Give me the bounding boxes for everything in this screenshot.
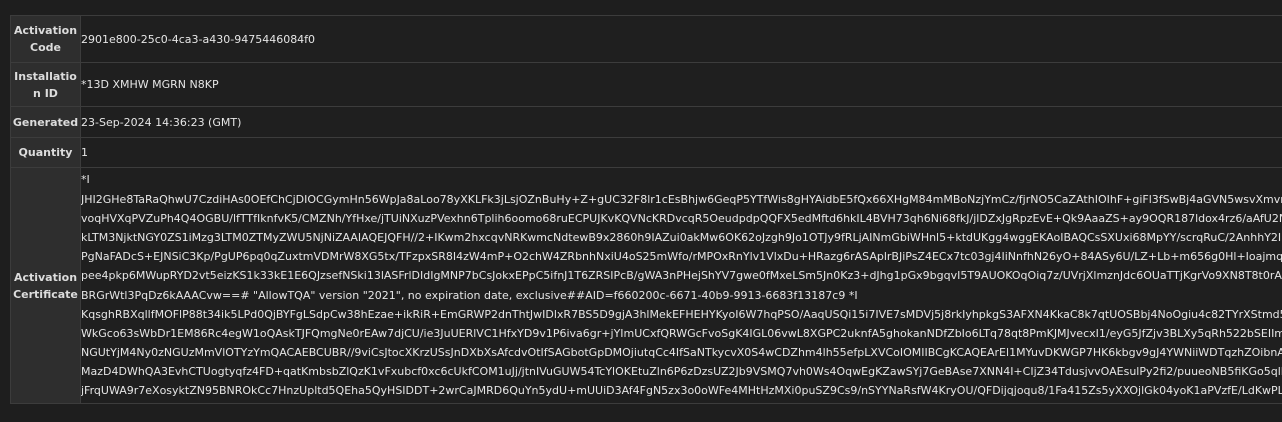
generated-label: Generated — [10, 106, 81, 138]
generated-value[interactable]: 23-Sep-2024 14:36:23 (GMT) — [80, 106, 1282, 138]
installation-id-label: Installation ID — [10, 62, 81, 107]
installation-id-value[interactable]: *13D XMHW MGRN N8KP — [80, 62, 1282, 107]
activation-details-sheet: Activation Code 2901e800-25c0-4ca3-a430-… — [10, 15, 1282, 407]
certificate-line: NGUtYjM4Ny0zNGUzMmVlOTYzYmQACAEBCUBR//9v… — [81, 346, 1282, 360]
certificate-line: jFrqUWA9r7eXosyktZN95BNROkCc7HnzUpltd5QE… — [81, 384, 1282, 398]
certificate-line: WkGco63sWbDr1EM86Rc4egW1oQAskTJFQmgNe0rE… — [81, 326, 1282, 340]
certificate-line: *I — [81, 173, 90, 187]
quantity-row: Quantity 1 — [10, 137, 1282, 168]
certificate-line: pee4pkp6MWupRYD2vt5eizKS1k33kE1E6QJzsefN… — [81, 269, 1282, 283]
installation-id-row: Installation ID *13D XMHW MGRN N8KP — [10, 62, 1282, 107]
activation-certificate-label: Activation Certificate — [10, 167, 81, 404]
certificate-line: KqsghRBXqllfMOFlP88t34ik5LPd0QjBYFgLSdpC… — [81, 307, 1282, 321]
activation-details-table: Activation Code 2901e800-25c0-4ca3-a430-… — [10, 15, 1282, 404]
activation-code-value[interactable]: 2901e800-25c0-4ca3-a430-9475446084f0 — [80, 15, 1282, 63]
activation-code-label: Activation Code — [10, 15, 81, 63]
certificate-line: PgNaFADcS+EJNSiC3Kp/PgUP6pq0qZuxtmVDMrW8… — [81, 250, 1282, 264]
quantity-label: Quantity — [10, 137, 81, 168]
quantity-value[interactable]: 1 — [80, 137, 1282, 168]
certificate-line: BRGrWtl3PqDz6kAAACvw==# "AllowTQA" versi… — [81, 288, 858, 302]
generated-row: Generated 23-Sep-2024 14:36:23 (GMT) — [10, 106, 1282, 138]
certificate-line: voqHVXqPVZuPh4Q4OGBU/lfTTfIknfvK5/CMZNh/… — [81, 211, 1282, 225]
activation-certificate-row: Activation Certificate *I JHI2GHe8TaRaQh… — [10, 167, 1282, 404]
certificate-line: kLTM3NjktNGY0ZS1iMzg3LTM0ZTMyZWU5NjNiZAA… — [81, 230, 1282, 244]
activation-certificate-value[interactable]: *I JHI2GHe8TaRaQhwU7CzdiHAs0OEfChCjDIOCG… — [80, 167, 1282, 404]
certificate-line: MazD4DWhQA3EvhCTUogtyqfz4FD+qatKmbsbZlQz… — [81, 365, 1282, 379]
activation-code-row: Activation Code 2901e800-25c0-4ca3-a430-… — [10, 15, 1282, 63]
certificate-line: JHI2GHe8TaRaQhwU7CzdiHAs0OEfChCjDIOCGymH… — [81, 192, 1282, 206]
